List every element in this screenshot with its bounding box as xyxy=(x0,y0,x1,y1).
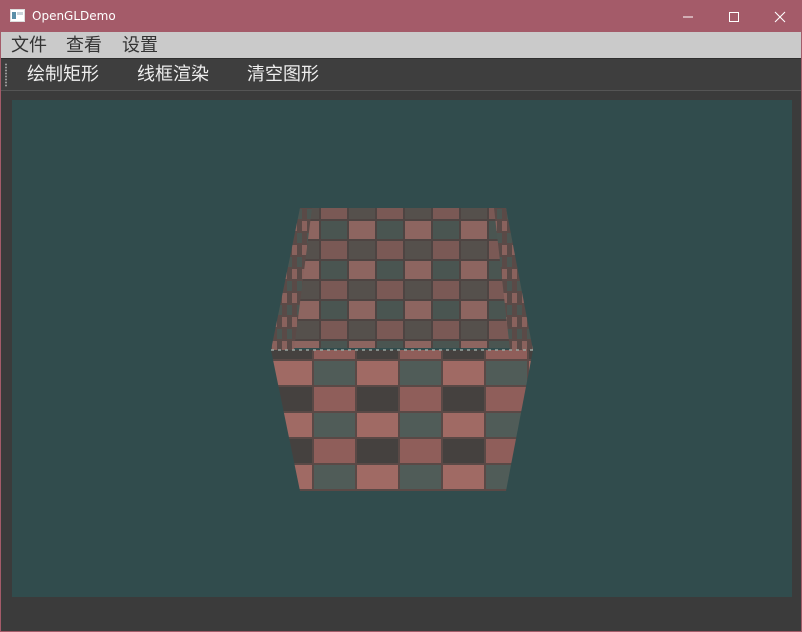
maximize-button[interactable] xyxy=(711,1,757,32)
minimize-icon xyxy=(683,16,693,17)
cube-inner-back-face xyxy=(279,208,527,348)
draw-rectangle-button[interactable]: 绘制矩形 xyxy=(27,64,99,86)
app-window-icon xyxy=(10,9,25,22)
minimize-button[interactable] xyxy=(665,1,711,32)
toolbar-grip-handle[interactable] xyxy=(5,63,7,87)
maximize-icon xyxy=(729,11,739,22)
status-bar xyxy=(1,601,801,631)
menu-file[interactable]: 文件 xyxy=(11,35,47,57)
close-icon xyxy=(774,11,786,22)
app-window: OpenGLDemo 文件 查看 设置 绘制矩形 线框渲染 清空图形 xyxy=(0,0,802,632)
title-bar[interactable]: OpenGLDemo xyxy=(1,1,801,32)
clear-shapes-button[interactable]: 清空图形 xyxy=(247,64,319,86)
wireframe-render-button[interactable]: 线框渲染 xyxy=(137,64,209,86)
cube-front-face xyxy=(271,350,533,491)
opengl-viewport[interactable] xyxy=(12,100,792,597)
menu-view[interactable]: 查看 xyxy=(66,35,102,57)
close-button[interactable] xyxy=(757,1,802,32)
tool-bar: 绘制矩形 线框渲染 清空图形 xyxy=(1,58,801,91)
menu-settings[interactable]: 设置 xyxy=(122,35,158,57)
window-title: OpenGLDemo xyxy=(32,9,116,23)
textured-cube xyxy=(271,208,533,491)
menu-bar: 文件 查看 设置 xyxy=(1,32,801,58)
